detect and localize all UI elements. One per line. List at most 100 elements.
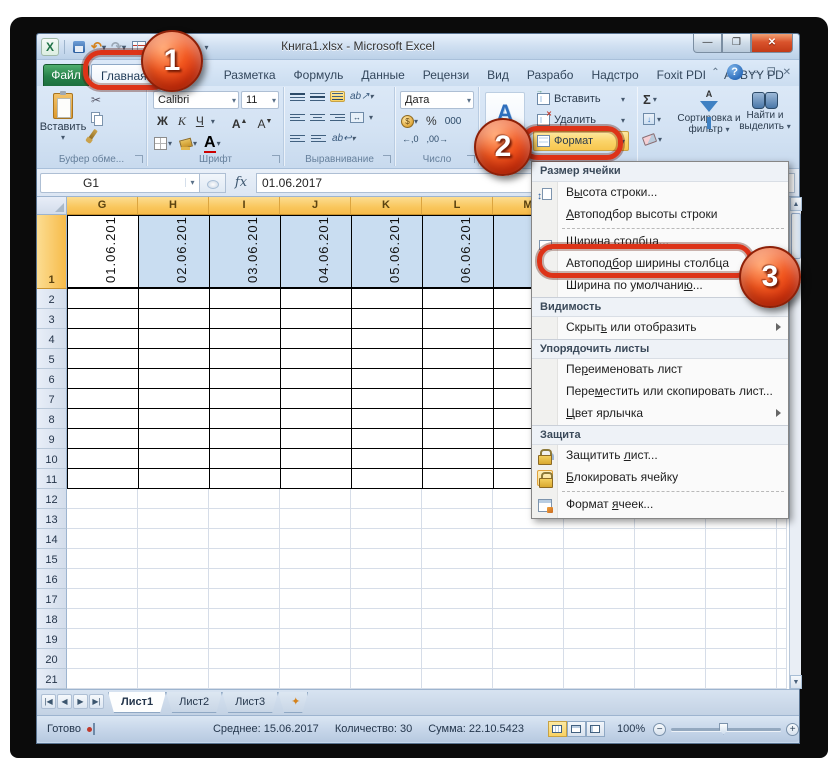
- cell[interactable]: [706, 669, 777, 689]
- macro-record-icon[interactable]: [93, 723, 95, 735]
- menu-item-высота-строки[interactable]: Высота строки...: [532, 182, 788, 204]
- cell[interactable]: [139, 289, 210, 309]
- column-header-K[interactable]: K: [351, 197, 422, 215]
- align-top-icon[interactable]: [290, 91, 305, 102]
- doc-restore-icon[interactable]: ❐: [767, 67, 776, 78]
- cell[interactable]: [67, 509, 138, 529]
- row-header-10[interactable]: 10: [37, 449, 67, 469]
- cell[interactable]: [138, 589, 209, 609]
- orientation-button[interactable]: ab↗▾: [350, 91, 374, 102]
- cell[interactable]: [706, 649, 777, 669]
- cell[interactable]: [67, 309, 139, 329]
- cell[interactable]: [635, 569, 706, 589]
- cell[interactable]: [493, 529, 564, 549]
- row-header-18[interactable]: 18: [37, 609, 67, 629]
- column-header-L[interactable]: L: [422, 197, 493, 215]
- cell[interactable]: [280, 549, 351, 569]
- cell[interactable]: [493, 609, 564, 629]
- cell[interactable]: [209, 609, 280, 629]
- dialog-launcher-icon[interactable]: [467, 155, 475, 163]
- increase-decimal-button[interactable]: ←,0: [402, 134, 419, 144]
- row-header-16[interactable]: 16: [37, 569, 67, 589]
- cell[interactable]: [139, 369, 210, 389]
- cell[interactable]: [280, 589, 351, 609]
- cell[interactable]: [352, 289, 423, 309]
- cell[interactable]: [635, 629, 706, 649]
- cell[interactable]: [280, 529, 351, 549]
- row-header-8[interactable]: 8: [37, 409, 67, 429]
- cell-J1[interactable]: 04.06.2017: [281, 215, 352, 289]
- tab-надстро[interactable]: Надстро: [582, 64, 647, 86]
- row-header-7[interactable]: 7: [37, 389, 67, 409]
- cell[interactable]: [209, 569, 280, 589]
- cell[interactable]: [564, 609, 635, 629]
- cell[interactable]: [422, 629, 493, 649]
- decrease-indent-icon[interactable]: [290, 133, 305, 144]
- cell[interactable]: [351, 629, 422, 649]
- cell[interactable]: [777, 649, 787, 669]
- cell[interactable]: [210, 369, 281, 389]
- tab-разрабо[interactable]: Разрабо: [518, 64, 583, 86]
- row-header-5[interactable]: 5: [37, 349, 67, 369]
- cell[interactable]: [139, 449, 210, 469]
- cell-G1[interactable]: 01.06.2017: [67, 215, 139, 289]
- page-break-view-button[interactable]: [586, 721, 605, 737]
- grow-font-button[interactable]: А▲: [229, 113, 251, 130]
- thousands-button[interactable]: 000: [445, 116, 462, 127]
- sort-filter-button[interactable]: АЯ Сортировка и фильтр ▾: [677, 89, 741, 155]
- cell[interactable]: [422, 529, 493, 549]
- menu-item-скрыть-или-отобразить[interactable]: Скрыть или отобразить: [532, 317, 788, 339]
- row-header-17[interactable]: 17: [37, 589, 67, 609]
- align-bottom-icon[interactable]: [330, 91, 345, 102]
- cell[interactable]: [706, 529, 777, 549]
- cell[interactable]: [280, 609, 351, 629]
- cell[interactable]: [209, 649, 280, 669]
- cell[interactable]: [352, 389, 423, 409]
- cell[interactable]: [635, 589, 706, 609]
- menu-item-автоподбор-высоты-строки[interactable]: Автоподбор высоты строки: [532, 204, 788, 226]
- zoom-level[interactable]: 100%: [609, 723, 653, 735]
- cell[interactable]: [209, 489, 280, 509]
- doc-close-icon[interactable]: ✕: [783, 67, 791, 78]
- cell[interactable]: [210, 429, 281, 449]
- cell[interactable]: [423, 469, 494, 489]
- shrink-font-button[interactable]: А▼: [254, 113, 275, 130]
- cell-K1[interactable]: 05.06.2017: [352, 215, 423, 289]
- cell[interactable]: [352, 469, 423, 489]
- zoom-track[interactable]: [671, 728, 781, 731]
- cell[interactable]: [423, 349, 494, 369]
- row-header-14[interactable]: 14: [37, 529, 67, 549]
- select-all-corner[interactable]: [37, 197, 67, 215]
- row-header-9[interactable]: 9: [37, 429, 67, 449]
- cell[interactable]: [210, 289, 281, 309]
- cell[interactable]: [139, 349, 210, 369]
- page-layout-view-button[interactable]: [567, 721, 586, 737]
- paste-button[interactable]: Вставить ▾: [41, 90, 85, 152]
- cell[interactable]: [139, 409, 210, 429]
- row-header-1[interactable]: 1: [37, 215, 67, 289]
- zoom-in-icon[interactable]: +: [786, 723, 799, 736]
- align-left-icon[interactable]: [290, 112, 305, 123]
- tab-разметка[interactable]: Разметка: [215, 64, 285, 86]
- cell[interactable]: [351, 649, 422, 669]
- borders-button[interactable]: ▾: [154, 137, 172, 150]
- cell[interactable]: [564, 629, 635, 649]
- minimize-button[interactable]: —: [693, 34, 722, 53]
- name-box[interactable]: G1 ▾: [40, 173, 200, 193]
- next-sheet-icon[interactable]: ▶: [73, 694, 88, 709]
- column-header-H[interactable]: H: [138, 197, 209, 215]
- cell[interactable]: [67, 569, 138, 589]
- cell[interactable]: [281, 349, 352, 369]
- decrease-decimal-button[interactable]: ,00→: [427, 134, 449, 144]
- cell[interactable]: [67, 669, 138, 689]
- menu-item-переместить-или-скопировать-лист[interactable]: Переместить или скопировать лист...: [532, 381, 788, 403]
- cell[interactable]: [635, 549, 706, 569]
- cell[interactable]: [777, 669, 787, 689]
- cell[interactable]: [422, 649, 493, 669]
- cell[interactable]: [67, 609, 138, 629]
- cell[interactable]: [210, 389, 281, 409]
- cell[interactable]: [67, 649, 138, 669]
- cell[interactable]: [138, 669, 209, 689]
- cell[interactable]: [210, 469, 281, 489]
- tab-рецензи[interactable]: Рецензи: [414, 64, 478, 86]
